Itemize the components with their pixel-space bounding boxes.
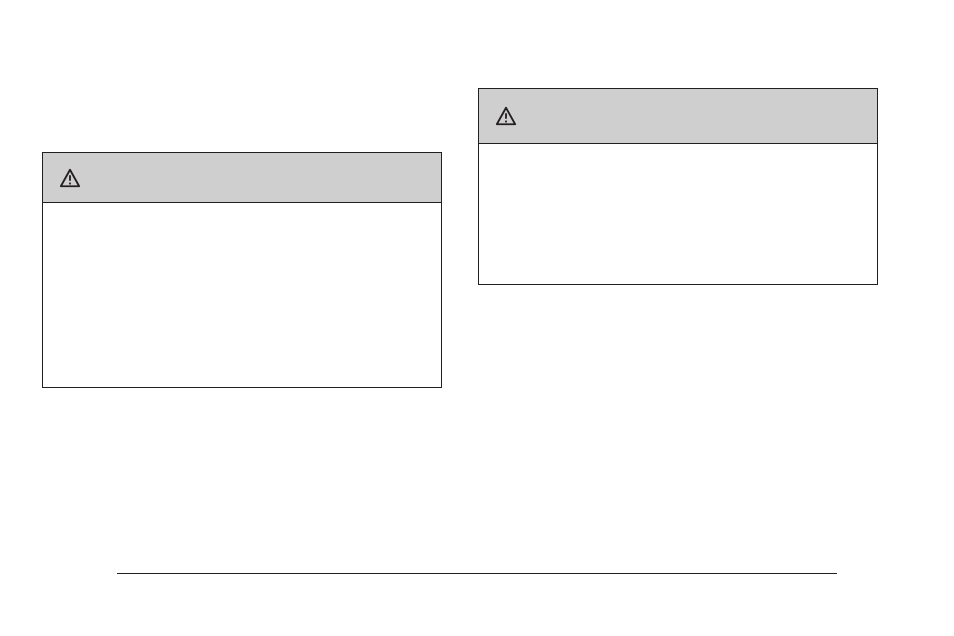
document-page	[0, 0, 954, 636]
caution-body-right	[479, 144, 877, 286]
warning-icon	[495, 105, 517, 127]
caution-header-right	[479, 89, 877, 144]
caution-header-left	[43, 153, 441, 203]
warning-icon	[59, 167, 81, 189]
caution-box-right	[478, 88, 878, 285]
footer-divider	[117, 573, 837, 574]
caution-box-left	[42, 152, 442, 388]
caution-body-left	[43, 203, 441, 389]
